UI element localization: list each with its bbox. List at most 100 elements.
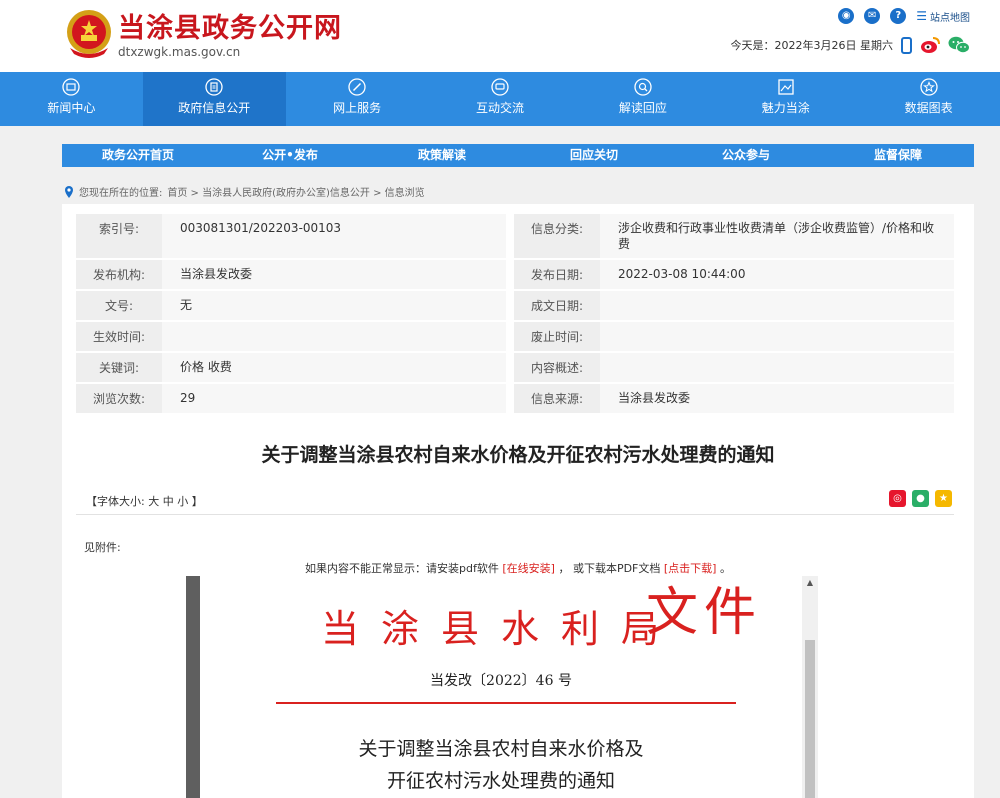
meta-row: 生效时间: 废止时间: — [76, 322, 954, 351]
meta-row: 索引号: 003081301/202203-00103 信息分类: 涉企收费和行… — [76, 214, 954, 258]
article-title: 关于调整当涂县农村自来水价格及开征农村污水处理费的通知 — [261, 444, 775, 466]
nav-item-online-service[interactable]: 网上服务 — [286, 72, 429, 126]
nav-label: 网上服务 — [333, 101, 382, 115]
pdf-viewer[interactable]: 当涂县水利局 文件 当发改〔2022〕46 号 关于调整当涂县农村自来水价格及 … — [186, 576, 818, 798]
nav-item-news[interactable]: 新闻中心 — [0, 72, 143, 126]
meta-value — [600, 322, 954, 351]
pdf-doc-number: 当发改〔2022〕46 号 — [430, 673, 572, 689]
meta-value: 涉企收费和行政事业性收费清单（涉企收费监管）/价格和收费 — [600, 214, 954, 258]
compass-icon — [348, 78, 366, 96]
font-size-suffix: 】 — [191, 495, 203, 508]
meta-label: 文号: — [76, 291, 162, 320]
nav-label: 魅力当涂 — [761, 101, 810, 115]
meta-label: 关键词: — [76, 353, 162, 382]
meta-value: 29 — [162, 384, 506, 413]
help-icon[interactable]: ? — [890, 8, 907, 24]
scroll-thumb[interactable] — [805, 640, 815, 798]
share-weibo-icon[interactable]: ◎ — [889, 490, 906, 507]
date-text: 今天是：2022年3月26日 星期六 — [730, 39, 894, 52]
font-size-small-button[interactable]: 小 — [177, 495, 188, 508]
font-size-medium-button[interactable]: 中 — [163, 495, 174, 508]
share-wechat-icon[interactable]: ● — [912, 490, 929, 507]
national-emblem-icon[interactable] — [64, 8, 114, 60]
nav-label: 互动交流 — [476, 101, 525, 115]
meta-value: 2022-03-08 10:44:00 — [600, 260, 954, 289]
pdf-scrollbar[interactable]: ▲ — [802, 576, 818, 798]
nav-item-gov-info[interactable]: 政府信息公开 — [142, 72, 286, 126]
share-buttons: ◎ ● ★ — [889, 490, 952, 507]
content-area: 索引号: 003081301/202203-00103 信息分类: 涉企收费和行… — [62, 204, 974, 798]
sitemap-icon: ☰ — [916, 9, 927, 23]
meta-label: 发布机构: — [76, 260, 162, 289]
scroll-up-arrow-icon[interactable]: ▲ — [802, 576, 818, 590]
site-title[interactable]: 当涂县政务公开网 — [118, 6, 342, 45]
pdf-note: 如果内容不能正常显示：请安装pdf软件 [在线安装] ， 或下载本PDF文档 [… — [62, 560, 974, 576]
subnav-item-public-participation[interactable]: 公众参与 — [670, 144, 822, 167]
meta-row: 关键词: 价格 收费 内容概述: — [76, 353, 954, 382]
sitemap-label: 站点地图 — [930, 12, 970, 24]
subnav-item-supervision[interactable]: 监督保障 — [822, 144, 974, 167]
breadcrumb-path[interactable]: 首页 > 当涂县人民政府(政府办公室)信息公开 > 信息浏览 — [167, 184, 424, 199]
rss-icon[interactable]: ◉ — [838, 8, 855, 24]
chat-icon — [491, 78, 509, 96]
attachment-label: 见附件: — [84, 541, 121, 554]
site-domain: dtxzwgk.mas.gov.cn — [118, 45, 241, 59]
search-icon — [634, 78, 652, 96]
meta-value — [600, 291, 954, 320]
meta-label: 内容概述: — [514, 353, 600, 382]
nav-item-interaction[interactable]: 互动交流 — [429, 72, 572, 126]
meta-value: 当涂县发改委 — [600, 384, 954, 413]
subnav-item-publish[interactable]: 公开•发布 — [214, 144, 366, 167]
meta-label: 发布日期: — [514, 260, 600, 289]
nav-item-data-charts[interactable]: 数据图表 — [857, 72, 1000, 126]
subnav-item-policy-interpretation[interactable]: 政策解读 — [366, 144, 518, 167]
pdf-page: 当涂县水利局 文件 当发改〔2022〕46 号 关于调整当涂县农村自来水价格及 … — [200, 576, 802, 798]
info-meta-table: 索引号: 003081301/202203-00103 信息分类: 涉企收费和行… — [76, 214, 954, 415]
meta-label: 生效时间: — [76, 322, 162, 351]
mobile-icon[interactable] — [901, 36, 912, 54]
sub-nav: 政务公开首页 公开•发布 政策解读 回应关切 公众参与 监督保障 — [62, 144, 974, 167]
meta-value — [600, 353, 954, 382]
pdf-title-line-2: 开征农村污水处理费的通知 — [386, 770, 615, 792]
pdf-install-link[interactable]: [在线安装] — [502, 562, 555, 575]
nav-item-interpretation[interactable]: 解读回应 — [571, 72, 714, 126]
font-size-prefix: 【字体大小: — [86, 495, 145, 508]
meta-label: 信息分类: — [514, 214, 600, 258]
nav-label: 解读回应 — [618, 101, 667, 115]
star-icon — [919, 78, 938, 96]
pdf-red-rule — [276, 702, 736, 704]
meta-label: 成文日期: — [514, 291, 600, 320]
meta-row: 浏览次数: 29 信息来源: 当涂县发改委 — [76, 384, 954, 413]
meta-label: 信息来源: — [514, 384, 600, 413]
meta-value — [162, 322, 506, 351]
meta-row: 文号: 无 成文日期: — [76, 291, 954, 320]
nav-label: 数据图表 — [904, 101, 953, 115]
mail-icon[interactable]: ✉ — [864, 8, 881, 24]
meta-value: 当涂县发改委 — [162, 260, 506, 289]
weibo-icon[interactable] — [920, 36, 940, 54]
nav-item-charm[interactable]: 魅力当涂 — [714, 72, 857, 126]
pdf-note-prefix: 如果内容不能正常显示：请安装pdf软件 — [305, 562, 499, 575]
nav-label: 新闻中心 — [47, 101, 96, 115]
sitemap-link[interactable]: ☰ 站点地图 — [916, 9, 970, 24]
pdf-title-line-1: 关于调整当涂县农村自来水价格及 — [358, 738, 644, 760]
font-size-large-button[interactable]: 大 — [148, 495, 159, 508]
meta-row: 发布机构: 当涂县发改委 发布日期: 2022-03-08 10:44:00 — [76, 260, 954, 289]
site-header: 当涂县政务公开网 dtxzwgk.mas.gov.cn ◉ ✉ ? ☰ 站点地图… — [0, 0, 1000, 72]
nav-label: 政府信息公开 — [178, 101, 251, 115]
meta-value: 无 — [162, 291, 506, 320]
favorite-star-icon[interactable]: ★ — [935, 490, 952, 507]
subnav-item-response[interactable]: 回应关切 — [518, 144, 670, 167]
top-links: ◉ ✉ ? ☰ 站点地图 — [838, 8, 970, 24]
location-pin-icon — [65, 185, 73, 198]
news-icon — [62, 78, 81, 96]
breadcrumb: 您现在所在的位置: 首页 > 当涂县人民政府(政府办公室)信息公开 > 信息浏览 — [64, 184, 425, 199]
pdf-wenjian-header: 文件 — [645, 583, 762, 643]
meta-label: 浏览次数: — [76, 384, 162, 413]
meta-label: 废止时间: — [514, 322, 600, 351]
date-row: 今天是：2022年3月26日 星期六 — [730, 36, 970, 54]
subnav-item-home[interactable]: 政务公开首页 — [62, 144, 214, 167]
wechat-icon[interactable] — [948, 36, 970, 54]
divider — [76, 514, 954, 515]
image-icon — [778, 79, 794, 95]
